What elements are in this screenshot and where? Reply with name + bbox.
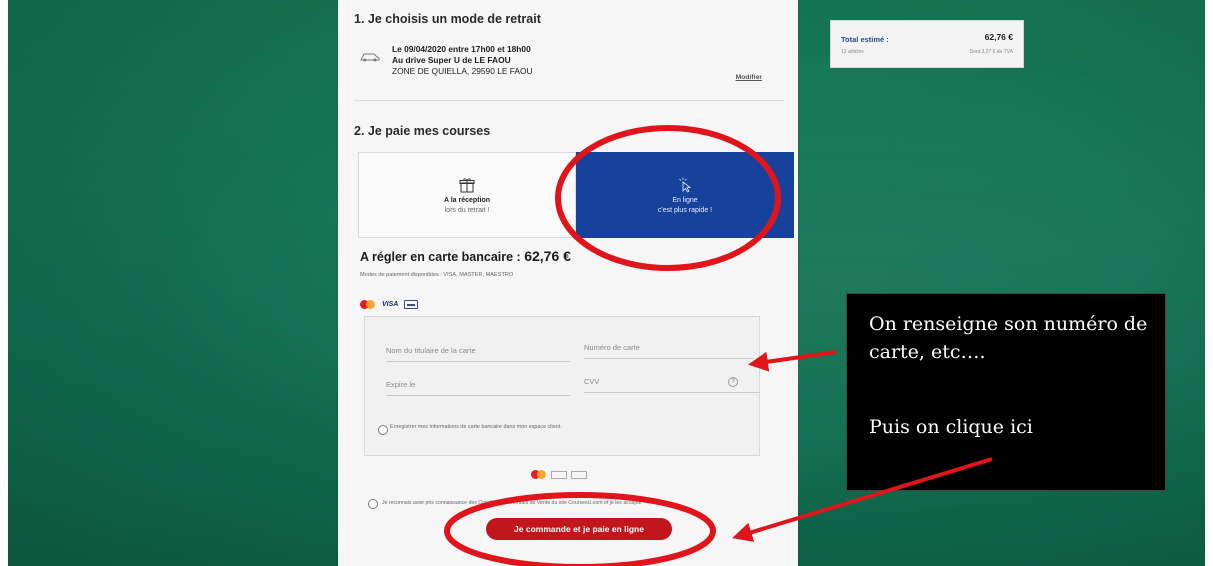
save-card-checkbox[interactable]: [378, 425, 388, 435]
card-logos: VISA: [360, 300, 419, 309]
pickup-address: ZONE DE QUIELLA, 29590 LE FAOU: [392, 66, 533, 76]
summary-articles: 12 articles: [841, 49, 864, 55]
help-icon[interactable]: ?: [728, 377, 738, 387]
pickup-store: Au drive Super U de LE FAOU: [392, 55, 511, 65]
summary-value: 62,76 €: [984, 32, 1013, 42]
amount-label: A régler en carte bancaire :: [360, 250, 525, 264]
carte-bancaire-icon: [404, 300, 419, 309]
online-sublabel: c'est plus rapide !: [657, 206, 713, 214]
expiry-input[interactable]: Expire le: [386, 380, 570, 396]
gift-icon: [459, 177, 475, 192]
amount-value: 62,76 €: [524, 248, 571, 264]
visa-logo: VISA: [382, 301, 399, 308]
pickup-details: Le 09/04/2020 entre 17h00 et 18h00 Au dr…: [392, 44, 533, 77]
card-number-input[interactable]: Numéro de carte: [584, 343, 754, 359]
callout-text-card: On renseigne son numéro de carte, etc….: [869, 313, 1148, 363]
order-summary: Total estimé : 62,76 € 12 articles Dont …: [830, 20, 1024, 68]
mastercard-icon: [360, 300, 376, 309]
verified-by-visa-icon: [551, 470, 567, 479]
cgv-checkbox[interactable]: [368, 499, 378, 509]
secure-payment-logos: [531, 470, 587, 479]
checkout-page: 1. Je choisis un mode de retrait Le 09/0…: [338, 0, 798, 566]
mastercard-securecode-icon: [531, 470, 547, 479]
save-card-label: Enregistrer mes informations de carte ba…: [390, 424, 562, 430]
photo-background: 1. Je choisis un mode de retrait Le 09/0…: [8, 0, 1205, 566]
pay-online-option[interactable]: En ligne c'est plus rapide !: [576, 152, 794, 238]
payment-section-title: 2. Je paie mes courses: [354, 124, 491, 138]
pickup-date: Le 09/04/2020 entre 17h00 et 18h00: [392, 44, 531, 54]
reception-label: A la réception: [443, 196, 491, 204]
online-label: En ligne: [672, 196, 698, 204]
cgv-text: Je reconnais avoir pris connaissance des…: [382, 500, 642, 506]
divider: [354, 100, 784, 101]
secure-payment-icon: [571, 470, 587, 479]
payment-modes-text: Modes de paiement disponibles : VISA, MA…: [360, 272, 514, 278]
card-holder-input[interactable]: Nom du titulaire de la carte: [386, 346, 570, 362]
modify-link[interactable]: Modifier: [736, 74, 762, 81]
retrait-section-title: 1. Je choisis un mode de retrait: [354, 12, 541, 26]
summary-tva: Dont 3,27 € de TVA: [969, 49, 1013, 55]
amount-to-pay: A régler en carte bancaire : 62,76 €: [360, 248, 571, 264]
pay-on-reception-option[interactable]: A la réception lors du retrait !: [358, 152, 576, 238]
car-icon: [360, 53, 380, 62]
order-and-pay-button[interactable]: Je commande et je paie en ligne: [486, 518, 672, 540]
cursor-click-icon: [679, 177, 692, 193]
callout-text-click: Puis on clique ici: [869, 416, 1033, 438]
reception-sublabel: lors du retrait !: [444, 206, 490, 214]
annotation-callout: On renseigne son numéro de carte, etc…. …: [846, 293, 1166, 491]
summary-label: Total estimé :: [841, 35, 889, 44]
